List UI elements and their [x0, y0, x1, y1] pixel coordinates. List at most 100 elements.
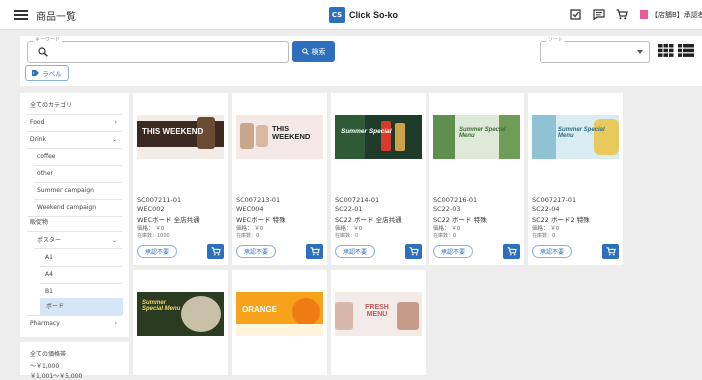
label-button-text: ラベル [42, 70, 62, 78]
add-to-cart-button[interactable] [602, 244, 619, 259]
product-card[interactable]: FRESH MENU [331, 270, 426, 375]
sidebar-item-a4[interactable]: A4 [20, 266, 129, 283]
price-filter-under-1000[interactable]: ～￥1,000 [30, 361, 59, 370]
sidebar-item-summer-campaign[interactable]: Summer campaign [20, 182, 129, 199]
sidebar-item-label: Drink [30, 136, 47, 143]
product-price: 価格： ￥0 [335, 226, 363, 232]
product-card[interactable]: Summer Special Menu SC007216-01 SC22-03 … [429, 93, 524, 265]
product-stock: 在庫数：0 [236, 233, 260, 239]
product-card[interactable]: Summer Special SC007214-01 SC22-01 SC22 … [331, 93, 426, 265]
sidebar-item-sales-promo[interactable]: 販促物 [20, 214, 129, 231]
cart-icon[interactable] [616, 9, 628, 20]
message-icon[interactable] [593, 9, 605, 20]
price-filter-1001-5000[interactable]: ￥1,001～￥5,000 [30, 371, 82, 380]
product-card[interactable]: Summer Special Menu SC007217-01 SC22-04 … [528, 93, 623, 265]
sort-label: ソート [546, 36, 566, 43]
product-code: SC007211-01 [137, 196, 182, 204]
brand-name: Click So-ko [349, 10, 399, 20]
approval-badge: 承認不要 [137, 245, 177, 258]
price-filter-all[interactable]: 全ての価格帯 [30, 349, 66, 358]
product-card[interactable]: Summer Special Menu [133, 270, 228, 375]
product-name: WECボード 特殊 [236, 216, 286, 224]
banner-text: Summer Special [341, 128, 392, 135]
search-button-label: 検索 [311, 47, 326, 56]
sidebar-item-food[interactable]: Food › [20, 114, 129, 131]
search-panel: キーワード 検索 ソート ラベル [20, 36, 702, 86]
add-to-cart-button[interactable] [503, 244, 520, 259]
product-card[interactable]: ORANGE [232, 270, 327, 375]
product-stock: 在庫数：0 [532, 233, 556, 239]
checkbox-icon[interactable] [570, 9, 582, 20]
product-card[interactable]: THIS WEEKEND SC007211-01 WEC002 WECボード 全… [133, 93, 228, 265]
sidebar-item-label: Food [30, 119, 45, 126]
search-button[interactable]: 検索 [292, 41, 335, 62]
banner-text: THIS WEEKEND [272, 124, 311, 141]
product-image: Summer Special Menu [532, 115, 619, 159]
chevron-right-icon: › [114, 320, 117, 327]
add-to-cart-button[interactable] [405, 244, 422, 259]
product-stock: 在庫数：0 [335, 233, 359, 239]
brand[interactable]: CS Click So-ko [329, 7, 398, 23]
product-card[interactable]: THIS WEEKEND SC007213-01 WEC004 WECボード 特… [232, 93, 327, 265]
chevron-down-icon: ⌄ [111, 136, 117, 143]
product-image: THIS WEEKEND [137, 115, 224, 159]
banner-text: Summer Special Menu [142, 300, 181, 312]
banner-text: THIS WEEKEND [142, 127, 204, 136]
keyword-label: キーワード [33, 36, 63, 43]
product-image: Summer Special Menu [433, 115, 520, 159]
product-image: ORANGE [236, 292, 323, 336]
cart-icon [310, 247, 320, 256]
list-view-icon[interactable] [678, 44, 694, 57]
grid-view-icon[interactable] [658, 44, 674, 57]
product-image: Summer Special Menu [137, 292, 224, 336]
sidebar-item-drink[interactable]: Drink ⌄ [20, 131, 129, 148]
product-stock: 在庫数：0 [433, 233, 457, 239]
sidebar-item-a1[interactable]: A1 [20, 249, 129, 266]
product-subcode: WEC004 [236, 205, 264, 213]
product-name: SC22 ボード2 特殊 [532, 216, 590, 224]
product-subcode: SC22-04 [532, 205, 560, 213]
approval-badge: 承認不要 [335, 245, 375, 258]
chevron-right-icon: › [114, 119, 117, 126]
cart-icon [409, 247, 419, 256]
chevron-down-icon: ⌄ [111, 237, 117, 244]
page-title: 商品一覧 [36, 12, 76, 23]
product-price: 価格： ￥0 [532, 226, 560, 232]
product-code: SC007214-01 [335, 196, 380, 204]
product-code: SC007217-01 [532, 196, 577, 204]
brand-logo: CS [329, 7, 345, 23]
cart-icon [211, 247, 221, 256]
add-to-cart-button[interactable] [207, 244, 224, 259]
sidebar-item-all-categories[interactable]: 全てのカテゴリ [20, 97, 129, 114]
banner-text: Summer Special Menu [558, 127, 605, 139]
tag-icon [32, 70, 40, 76]
cart-icon [606, 247, 616, 256]
add-to-cart-button[interactable] [306, 244, 323, 259]
user-name[interactable]: 【店舗B】承認者 [651, 10, 702, 20]
hamburger-menu-icon[interactable] [14, 10, 28, 20]
cart-icon [507, 247, 517, 256]
product-code: SC007216-01 [433, 196, 478, 204]
product-subcode: SC22-03 [433, 205, 461, 213]
search-icon [301, 48, 309, 55]
sidebar-item-poster[interactable]: ポスター ⌄ [20, 232, 129, 249]
user-badge [640, 10, 648, 19]
keyword-input[interactable]: キーワード [27, 36, 289, 63]
approval-badge: 承認不要 [236, 245, 276, 258]
top-bar: 商品一覧 CS Click So-ko 【店舗B】承認者 [0, 0, 702, 30]
category-sidebar: 全てのカテゴリ Food › Drink ⌄ coffee other Summer… [20, 93, 129, 337]
search-icon [38, 47, 48, 57]
product-image: THIS WEEKEND [236, 115, 323, 159]
label-filter-button[interactable]: ラベル [25, 65, 69, 81]
chevron-down-icon [637, 50, 643, 54]
sidebar-item-label: ポスター [37, 237, 62, 244]
sidebar-item-pharmacy[interactable]: Pharmacy › [20, 315, 129, 332]
sidebar-item-board[interactable]: ボード [40, 298, 123, 315]
sidebar-item-other[interactable]: other [20, 165, 129, 182]
price-filter-panel: 全ての価格帯 ～￥1,000 ￥1,001～￥5,000 [20, 342, 129, 380]
product-image: FRESH MENU [335, 292, 422, 336]
sort-select[interactable]: ソート [540, 36, 650, 63]
sidebar-item-coffee[interactable]: coffee [20, 148, 129, 165]
sidebar-item-label: Pharmacy [30, 320, 60, 327]
approval-badge: 承認不要 [532, 245, 572, 258]
